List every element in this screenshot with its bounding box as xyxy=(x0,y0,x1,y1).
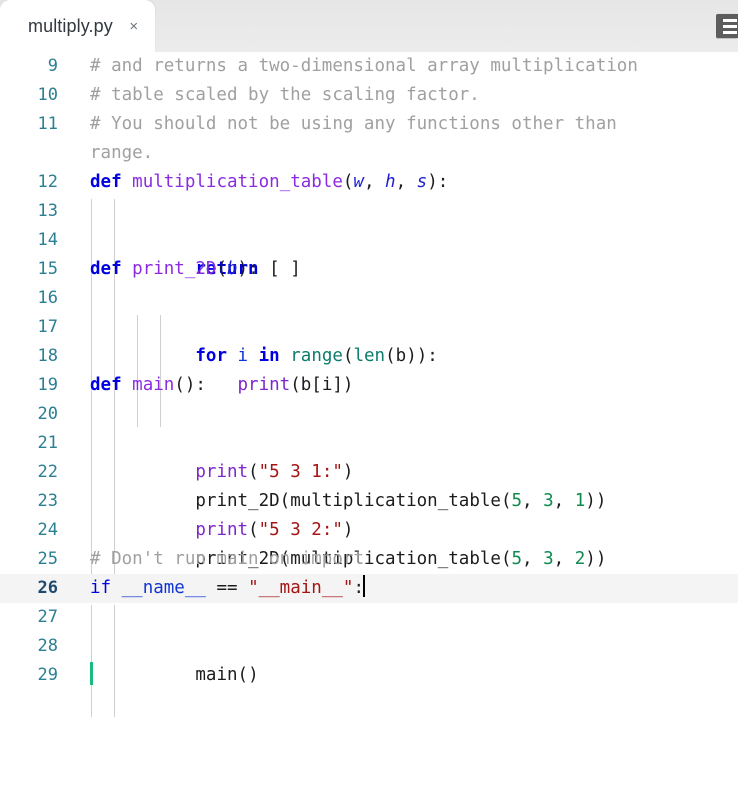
keyword-def: def xyxy=(90,259,122,279)
line-number: 9 xyxy=(47,56,58,76)
keyword-def: def xyxy=(90,172,122,192)
line-number: 16 xyxy=(37,288,58,308)
punct: , xyxy=(363,172,386,192)
line-content[interactable]: # table scaled by the scaling factor. xyxy=(58,81,738,110)
list-menu-icon[interactable] xyxy=(716,14,738,38)
line-number: 15 xyxy=(37,259,58,279)
line-number: 20 xyxy=(37,404,58,424)
editor-tab-multiply-py[interactable]: multiply.py × xyxy=(0,0,155,52)
code-line[interactable]: 25 # Don't run main on import xyxy=(0,545,738,574)
function-name: main xyxy=(132,375,175,395)
line-number: 25 xyxy=(37,549,58,569)
dunder-name: __name__ xyxy=(121,578,206,598)
code-line[interactable]: 28 xyxy=(0,632,738,661)
punct: ): xyxy=(427,172,449,192)
line-number: 19 xyxy=(37,375,58,395)
line-content[interactable]: def print_2D(b): xyxy=(58,255,738,284)
tab-strip: multiply.py × xyxy=(0,0,155,52)
line-number: 14 xyxy=(37,230,58,250)
tab-bar-overflow[interactable] xyxy=(716,13,738,39)
comment-token: # Don't run main on import xyxy=(90,549,364,569)
tab-label: multiply.py xyxy=(28,15,113,36)
line-number: 28 xyxy=(37,636,58,656)
string-literal: "__main__" xyxy=(248,578,354,598)
parameter: b xyxy=(227,259,238,279)
code-line[interactable]: 19 def main(): xyxy=(0,371,738,400)
line-number: 22 xyxy=(37,462,58,482)
line-number: 26 xyxy=(37,578,58,598)
line-content[interactable]: # and returns a two-dimensional array mu… xyxy=(58,52,738,81)
code-line[interactable]: 14 xyxy=(0,226,738,255)
function-name: multiplication_table xyxy=(132,172,343,192)
parameter: s xyxy=(416,172,428,192)
comment-token: # and returns a two-dimensional array mu… xyxy=(90,56,638,76)
code-line[interactable]: 27 main() xyxy=(0,603,738,717)
punct: , xyxy=(395,172,417,192)
parameter: h xyxy=(385,172,396,192)
line-number: 17 xyxy=(37,317,58,337)
code-line[interactable]: 29 xyxy=(0,661,738,690)
line-content[interactable] xyxy=(58,661,738,690)
code-line[interactable]: 17 print(b[i]) xyxy=(0,313,738,427)
code-line[interactable]: 15 def print_2D(b): xyxy=(0,255,738,284)
line-number: 21 xyxy=(37,433,58,453)
text-cursor xyxy=(362,575,365,597)
code-line[interactable]: 10 # table scaled by the scaling factor. xyxy=(0,81,738,110)
close-icon[interactable]: × xyxy=(127,19,141,34)
menu-icon-bar xyxy=(723,31,737,34)
line-number: 13 xyxy=(37,201,58,221)
punct: ): xyxy=(237,259,259,279)
code-line[interactable]: 9 # and returns a two-dimensional array … xyxy=(0,52,738,81)
code-line[interactable]: 24 xyxy=(0,516,738,545)
code-line[interactable]: 18 xyxy=(0,342,738,371)
punct: ( xyxy=(342,172,354,192)
menu-icon-bar xyxy=(723,19,737,22)
comment-token: # table scaled by the scaling factor. xyxy=(90,85,480,105)
code-line[interactable]: 16 for i in range(len(b)): xyxy=(0,284,738,398)
code-line[interactable]: 22 print("5 3 2:") xyxy=(0,458,738,572)
line-content[interactable]: # Don't run main on import xyxy=(58,545,738,574)
keyword-if: if xyxy=(90,578,112,598)
punct: ( xyxy=(216,259,227,279)
line-content[interactable]: def main(): xyxy=(58,371,738,400)
line-content[interactable]: def multiplication_table(w, h, s): xyxy=(58,168,738,197)
code-editor[interactable]: 9 # and returns a two-dimensional array … xyxy=(0,52,738,791)
line-number: 10 xyxy=(37,85,58,105)
parameter: w xyxy=(353,172,364,192)
keyword-def: def xyxy=(90,375,122,395)
line-number: 11 xyxy=(37,114,58,134)
line-number: 23 xyxy=(37,491,58,511)
code-line[interactable]: 23 print_2D(multiplication_table(5, 3, 2… xyxy=(0,487,738,601)
insertion-marker xyxy=(90,662,93,685)
operator: == xyxy=(205,578,249,598)
tab-bar: multiply.py × xyxy=(0,0,738,52)
code-line-active[interactable]: 26 if __name__ == "__main__": xyxy=(0,574,738,603)
menu-icon-bar xyxy=(723,25,737,28)
punct: (): xyxy=(174,375,206,395)
code-line[interactable]: 21 print_2D(multiplication_table(5, 3, 1… xyxy=(0,429,738,543)
line-number: 24 xyxy=(37,520,58,540)
comment-token: # You should not be using any functions … xyxy=(90,114,617,134)
comment-token-wrapped: range. xyxy=(90,143,154,163)
line-number: 18 xyxy=(37,346,58,366)
line-number: 27 xyxy=(37,607,58,627)
function-name: print_2D xyxy=(132,259,217,279)
line-content[interactable]: # You should not be using any functions … xyxy=(58,110,738,168)
line-number: 12 xyxy=(37,172,58,192)
code-line[interactable]: 12 def multiplication_table(w, h, s): xyxy=(0,168,738,197)
code-line[interactable]: 20 print("5 3 1:") xyxy=(0,400,738,514)
line-content[interactable]: if __name__ == "__main__": xyxy=(58,574,738,603)
code-line[interactable]: 11 # You should not be using any functio… xyxy=(0,110,738,168)
code-line[interactable]: 13 return [ ] xyxy=(0,197,738,311)
line-number: 29 xyxy=(37,665,58,685)
